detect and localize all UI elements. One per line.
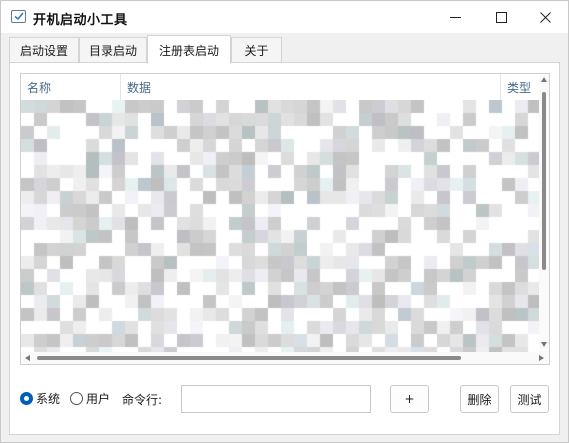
- vertical-scroll-thumb[interactable]: [542, 92, 546, 270]
- list-header: 名称 数据 类型: [21, 74, 549, 100]
- list-body-pixelated: [21, 100, 539, 352]
- app-checkbox-icon: [11, 10, 26, 23]
- maximize-icon: [495, 11, 507, 23]
- add-button[interactable]: +: [390, 385, 429, 413]
- scroll-up-arrow-icon[interactable]: [541, 77, 547, 82]
- tab-registry-startup[interactable]: 注册表启动: [147, 35, 231, 64]
- column-header-name[interactable]: 名称: [21, 74, 121, 100]
- column-header-data[interactable]: 数据: [121, 74, 501, 100]
- radio-user[interactable]: 用户: [70, 390, 110, 407]
- minimize-button[interactable]: [432, 1, 478, 33]
- tab-panel: 名称 数据 类型 系统 用户 命令行: + 删除 测试: [9, 62, 560, 435]
- tab-startup-settings[interactable]: 启动设置: [9, 37, 79, 63]
- radio-user-label: 用户: [86, 392, 111, 406]
- scroll-down-arrow-icon[interactable]: [541, 342, 547, 347]
- command-line-label: 命令行:: [122, 393, 163, 407]
- tab-directory-startup[interactable]: 目录启动: [79, 37, 147, 63]
- vertical-scrollbar[interactable]: [539, 74, 549, 352]
- title-bar: 开机启动小工具: [1, 1, 568, 33]
- test-button[interactable]: 测试: [510, 385, 549, 413]
- pixelated-content: [21, 100, 539, 352]
- horizontal-scrollbar[interactable]: [21, 352, 549, 364]
- horizontal-scroll-thumb[interactable]: [37, 356, 461, 360]
- delete-button[interactable]: 删除: [460, 385, 499, 413]
- radio-system-label: 系统: [36, 392, 61, 406]
- radio-system[interactable]: 系统: [20, 390, 60, 407]
- close-icon: [539, 11, 551, 23]
- close-button[interactable]: [522, 1, 568, 33]
- radio-system-indicator[interactable]: [20, 392, 33, 405]
- column-header-type[interactable]: 类型: [501, 74, 539, 100]
- app-window: 开机启动小工具 启动设置 目录启动 注册表启动 关于 名称 数据 类型 系统 用…: [0, 0, 569, 443]
- scroll-right-arrow-icon[interactable]: [539, 355, 544, 361]
- tab-about[interactable]: 关于: [231, 37, 282, 63]
- maximize-button[interactable]: [478, 1, 524, 33]
- window-title: 开机启动小工具: [33, 13, 128, 28]
- command-line-input[interactable]: [181, 385, 371, 413]
- radio-user-indicator[interactable]: [70, 392, 83, 405]
- registry-list[interactable]: 名称 数据 类型: [20, 73, 550, 365]
- bottom-controls: 系统 用户 命令行: + 删除 测试: [10, 381, 561, 415]
- minimize-icon: [449, 16, 461, 18]
- scroll-left-arrow-icon[interactable]: [25, 355, 30, 361]
